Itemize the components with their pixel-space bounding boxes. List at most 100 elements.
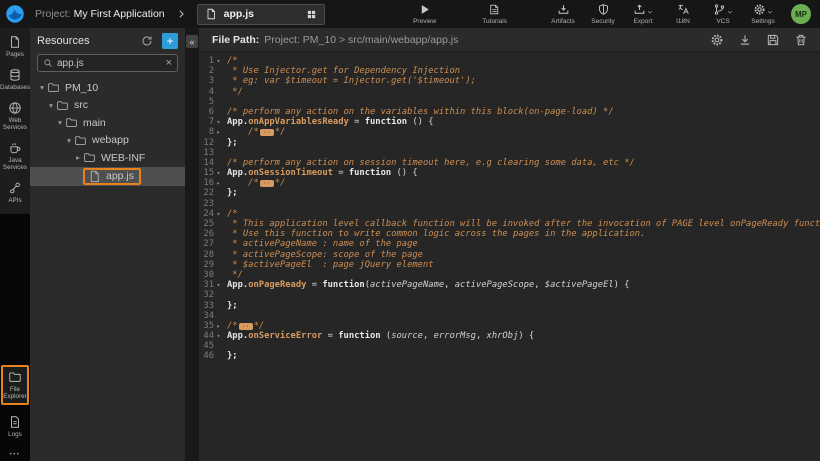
code-line-content[interactable] bbox=[223, 97, 227, 107]
code-line[interactable]: 25 * This application level callback fun… bbox=[199, 219, 820, 229]
caret-icon[interactable]: ▾ bbox=[37, 83, 47, 92]
code-line-content[interactable]: }; bbox=[223, 351, 238, 361]
sidebar-item-java-services[interactable]: Java Services bbox=[0, 141, 30, 171]
caret-icon[interactable]: ▾ bbox=[55, 118, 65, 127]
code-line-content[interactable]: * This application level callback functi… bbox=[223, 219, 820, 229]
code-line[interactable]: 4 */ bbox=[199, 87, 820, 97]
collapse-panel-button[interactable]: « bbox=[186, 35, 198, 48]
code-area[interactable]: 1▾/*2 * Use Injector.get for Dependency … bbox=[199, 52, 820, 461]
code-line-content[interactable]: }; bbox=[223, 301, 238, 311]
code-line[interactable]: 15▾App.onSessionTimeout = function () { bbox=[199, 168, 820, 178]
code-line-content[interactable]: */ bbox=[223, 87, 243, 97]
code-line[interactable]: 8▸ /*··*/ bbox=[199, 127, 820, 137]
caret-icon[interactable]: ▸ bbox=[73, 153, 83, 162]
code-line-content[interactable]: /* perform any action on session timeout… bbox=[223, 158, 635, 168]
code-line-content[interactable] bbox=[223, 341, 227, 351]
search-input[interactable] bbox=[57, 58, 166, 69]
code-line[interactable]: 12}; bbox=[199, 138, 820, 148]
code-line[interactable]: 31▾App.onPageReady = function(activePage… bbox=[199, 280, 820, 290]
code-line-content[interactable] bbox=[223, 290, 227, 300]
fold-toggle[interactable]: ▸ bbox=[214, 321, 223, 331]
sidebar-item-logs[interactable]: Logs bbox=[0, 415, 30, 438]
code-line-content[interactable]: /*··*/ bbox=[223, 178, 285, 188]
tree-node-PM_10[interactable]: ▾PM_10 bbox=[30, 79, 185, 97]
code-line-content[interactable]: App.onSessionTimeout = function () { bbox=[223, 168, 418, 178]
grid-icon[interactable] bbox=[306, 9, 317, 20]
preview-button[interactable]: Preview bbox=[405, 3, 445, 25]
fold-toggle[interactable]: ▾ bbox=[214, 209, 223, 219]
code-line-content[interactable]: */ bbox=[223, 270, 243, 280]
fold-toggle[interactable]: ▾ bbox=[214, 168, 223, 178]
code-line[interactable]: 23 bbox=[199, 199, 820, 209]
avatar[interactable]: MP bbox=[791, 4, 811, 24]
code-line-content[interactable]: * activePageName : name of the page bbox=[223, 239, 418, 249]
fold-toggle[interactable]: ▾ bbox=[214, 56, 223, 66]
open-file-tab[interactable]: app.js bbox=[197, 4, 325, 25]
code-line[interactable]: 6/* perform any action on the variables … bbox=[199, 107, 820, 117]
app-logo[interactable] bbox=[4, 3, 26, 25]
caret-icon[interactable]: ▾ bbox=[64, 136, 74, 145]
fold-toggle[interactable]: ▸ bbox=[214, 127, 223, 137]
code-line-content[interactable]: App.onPageReady = function(activePageNam… bbox=[223, 280, 630, 290]
code-line[interactable]: 46}; bbox=[199, 351, 820, 361]
fold-toggle[interactable]: ▾ bbox=[214, 331, 223, 341]
code-line[interactable]: 16▸ /*··*/ bbox=[199, 178, 820, 188]
code-line[interactable]: 35▸/*··*/ bbox=[199, 321, 820, 331]
more-options-button[interactable]: ••• bbox=[0, 452, 30, 458]
sidebar-item-file-explorer[interactable]: File Explorer bbox=[1, 365, 29, 405]
code-line[interactable]: 2 * Use Injector.get for Dependency Inje… bbox=[199, 66, 820, 76]
download-button[interactable] bbox=[738, 33, 752, 47]
code-line[interactable]: 33}; bbox=[199, 301, 820, 311]
code-line[interactable]: 28 * activePageScope: scope of the page bbox=[199, 250, 820, 260]
code-line[interactable]: 5 bbox=[199, 97, 820, 107]
folded-code-placeholder[interactable]: ·· bbox=[260, 129, 274, 136]
code-line-content[interactable] bbox=[223, 311, 227, 321]
code-line-content[interactable] bbox=[223, 148, 227, 158]
code-line-content[interactable]: App.onServiceError = function (source, e… bbox=[223, 331, 534, 341]
folded-code-placeholder[interactable]: ·· bbox=[260, 180, 274, 187]
sidebar-item-web-services[interactable]: Web Services bbox=[0, 101, 30, 131]
artifacts-button[interactable]: Artifacts bbox=[543, 3, 583, 25]
code-line-content[interactable]: /*··*/ bbox=[223, 127, 285, 137]
code-line[interactable]: 1▾/* bbox=[199, 56, 820, 66]
clear-search-icon[interactable]: × bbox=[166, 58, 172, 69]
refresh-button[interactable] bbox=[141, 35, 153, 47]
code-line[interactable]: 29 * $activePageEl : page jQuery element bbox=[199, 260, 820, 270]
code-line[interactable]: 13 bbox=[199, 148, 820, 158]
code-line-content[interactable]: * $activePageEl : page jQuery element bbox=[223, 260, 434, 270]
settings-button[interactable]: Settings bbox=[743, 3, 783, 25]
fold-toggle[interactable]: ▾ bbox=[214, 117, 223, 127]
code-line-content[interactable] bbox=[223, 199, 227, 209]
fold-toggle[interactable]: ▸ bbox=[214, 178, 223, 188]
fold-toggle[interactable]: ▾ bbox=[214, 280, 223, 290]
code-line-content[interactable]: }; bbox=[223, 138, 238, 148]
settings-button[interactable] bbox=[710, 33, 724, 47]
code-line-content[interactable]: /* perform any action on the variables w… bbox=[223, 107, 614, 117]
tree-node-src[interactable]: ▾src bbox=[30, 97, 185, 115]
code-line-content[interactable]: App.onAppVariablesReady = function () { bbox=[223, 117, 434, 127]
code-line-content[interactable]: /*··*/ bbox=[223, 321, 264, 331]
code-line-content[interactable]: /* bbox=[223, 56, 238, 66]
tree-node-WEB-INF[interactable]: ▸WEB-INF bbox=[30, 149, 185, 167]
save-button[interactable] bbox=[766, 33, 780, 47]
vcs-button[interactable]: VCS bbox=[703, 3, 743, 25]
caret-icon[interactable]: ▾ bbox=[46, 101, 56, 110]
tree-node-webapp[interactable]: ▾webapp bbox=[30, 132, 185, 150]
code-line[interactable]: 32 bbox=[199, 290, 820, 300]
code-line[interactable]: 44▾App.onServiceError = function (source… bbox=[199, 331, 820, 341]
code-line-content[interactable]: }; bbox=[223, 188, 238, 198]
code-line[interactable]: 45 bbox=[199, 341, 820, 351]
folded-code-placeholder[interactable]: ·· bbox=[239, 323, 253, 330]
sidebar-item-apis[interactable]: APIs bbox=[0, 181, 30, 204]
tree-node-app.js[interactable]: app.js bbox=[30, 167, 185, 186]
code-line[interactable]: 34 bbox=[199, 311, 820, 321]
sidebar-item-databases[interactable]: Databases bbox=[0, 68, 30, 91]
tree-node-main[interactable]: ▾main bbox=[30, 114, 185, 132]
code-line[interactable]: 24▾/* bbox=[199, 209, 820, 219]
code-line-content[interactable]: * activePageScope: scope of the page bbox=[223, 250, 423, 260]
security-button[interactable]: Security bbox=[583, 3, 623, 25]
code-line-content[interactable]: * Use Injector.get for Dependency Inject… bbox=[223, 66, 460, 76]
code-line[interactable]: 26 * Use this function to write common l… bbox=[199, 229, 820, 239]
code-line-content[interactable]: * eg: var $timeout = Injector.get('$time… bbox=[223, 76, 476, 86]
delete-button[interactable] bbox=[794, 33, 808, 47]
